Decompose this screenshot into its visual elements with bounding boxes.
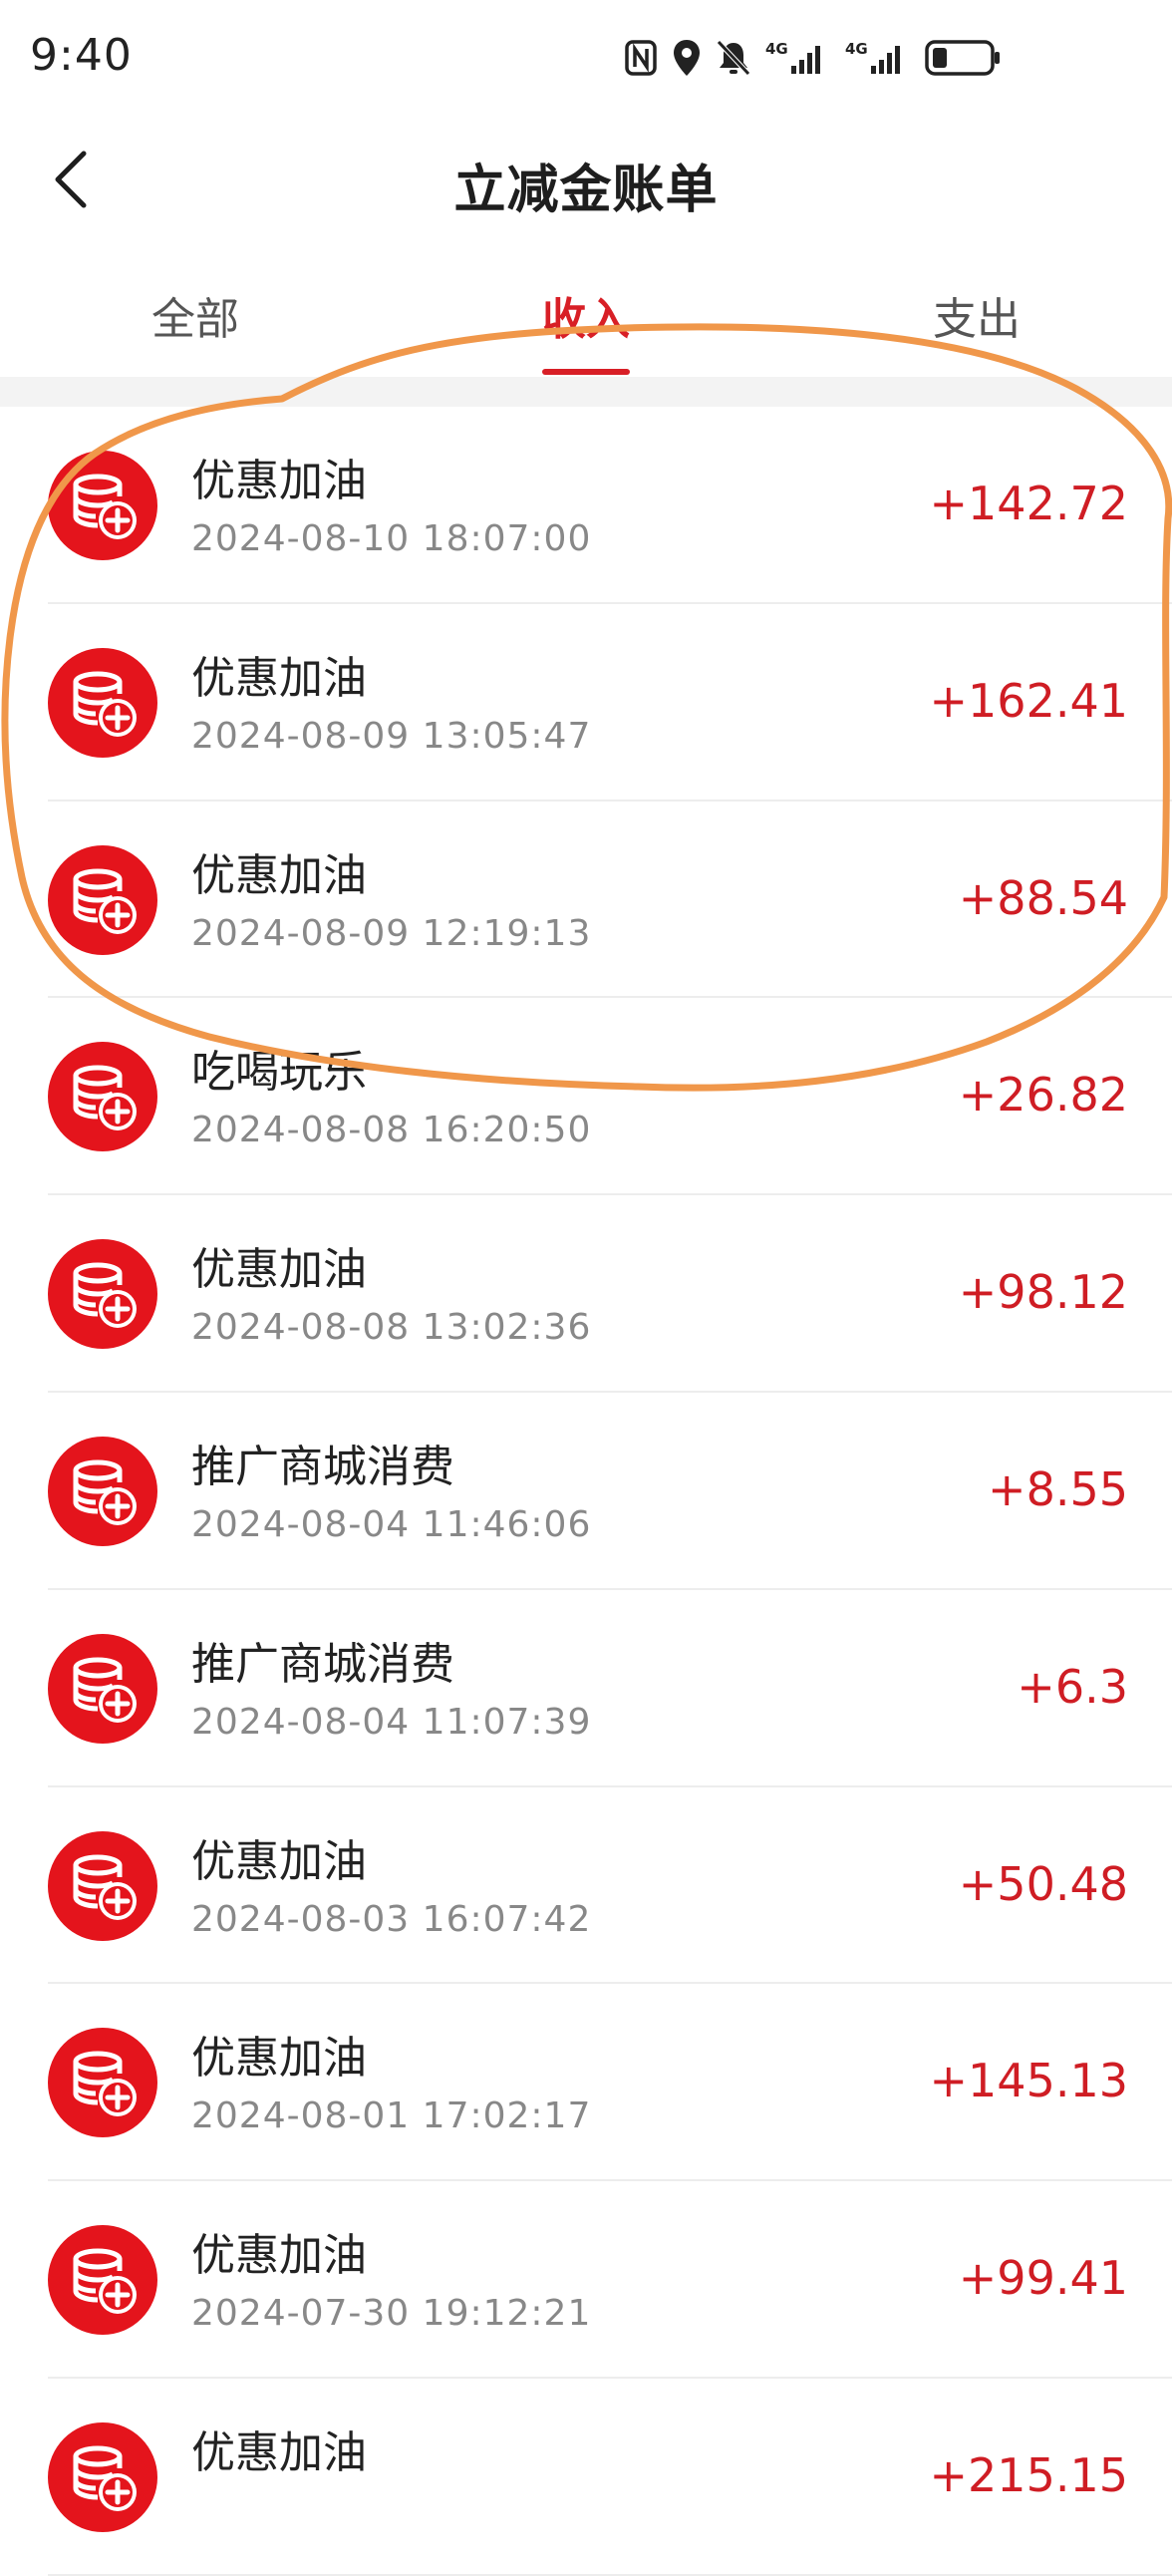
coin-plus-icon — [48, 1436, 157, 1546]
list-item[interactable]: 优惠加油 2024-08-01 17:02:17 +145.13 — [0, 1984, 1172, 2182]
list-item[interactable]: 优惠加油 2024-08-09 12:19:13 +88.54 — [0, 802, 1172, 999]
nfc-icon — [624, 39, 658, 77]
coin-plus-icon — [48, 2421, 157, 2532]
row-divider — [48, 2573, 1172, 2576]
list-item[interactable]: 优惠加油 2024-08-08 13:02:36 +98.12 — [0, 1195, 1172, 1393]
network-label: 4G — [765, 40, 788, 58]
tab-expense[interactable]: 支出 — [781, 259, 1172, 377]
tab-all[interactable]: 全部 — [0, 259, 391, 377]
transaction-amount: +142.72 — [929, 477, 1129, 530]
transaction-amount: +99.41 — [958, 2251, 1128, 2306]
tab-label: 收入 — [542, 294, 630, 345]
list-item[interactable]: 吃喝玩乐 2024-08-08 16:20:50 +26.82 — [0, 998, 1172, 1196]
transaction-list: 优惠加油 2024-08-10 18:07:00 +142.72 优惠加油 20… — [0, 407, 1172, 2576]
list-item[interactable]: 优惠加油 2024-08-09 13:05:47 +162.41 — [0, 604, 1172, 802]
coin-plus-icon — [48, 451, 157, 560]
transaction-time: 2024-08-08 16:20:50 — [191, 1110, 592, 1151]
coin-plus-icon — [48, 1042, 157, 1152]
coin-plus-icon — [48, 2028, 157, 2138]
transaction-title: 优惠加油 — [191, 2230, 367, 2282]
transaction-amount: +162.41 — [929, 673, 1129, 728]
list-item[interactable]: 优惠加油 +215.15 — [0, 2379, 1172, 2576]
page-title: 立减金账单 — [453, 161, 719, 220]
transaction-title: 推广商城消费 — [191, 1638, 454, 1690]
transaction-title: 优惠加油 — [191, 2426, 367, 2478]
list-item[interactable]: 推广商城消费 2024-08-04 11:07:39 +6.3 — [0, 1590, 1172, 1787]
transaction-title: 推广商城消费 — [191, 1441, 454, 1492]
signal-4g-icon: 4G — [845, 38, 911, 78]
transaction-time: 2024-08-08 13:02:36 — [191, 1307, 592, 1349]
list-item[interactable]: 优惠加油 2024-07-30 19:12:21 +99.41 — [0, 2181, 1172, 2379]
battery-icon — [925, 39, 1003, 77]
transaction-time: 2024-08-01 17:02:17 — [191, 2095, 592, 2137]
status-icons: 4G 4G — [624, 36, 1003, 80]
coin-plus-icon — [48, 647, 157, 758]
mute-bell-icon — [716, 39, 751, 77]
signal-4g-icon: 4G — [765, 38, 831, 78]
transaction-time: 2024-08-03 16:07:42 — [191, 1898, 592, 1940]
transaction-time: 2024-07-30 19:12:21 — [191, 2293, 592, 2335]
transaction-title: 优惠加油 — [191, 1835, 367, 1887]
transaction-title: 优惠加油 — [191, 849, 367, 901]
transaction-time: 2024-08-09 12:19:13 — [191, 912, 592, 954]
transaction-time: 2024-08-04 11:07:39 — [191, 1701, 592, 1743]
transaction-title: 优惠加油 — [191, 652, 367, 704]
coin-plus-icon — [48, 1633, 157, 1744]
transaction-amount: +98.12 — [958, 1265, 1128, 1320]
network-label: 4G — [845, 40, 868, 58]
list-item[interactable]: 优惠加油 2024-08-03 16:07:42 +50.48 — [0, 1787, 1172, 1985]
coin-plus-icon — [48, 2225, 157, 2336]
status-bar: 9:40 4G 4G — [0, 0, 1172, 120]
transaction-title: 优惠加油 — [191, 1244, 367, 1296]
list-item[interactable]: 优惠加油 2024-08-10 18:07:00 +142.72 — [0, 407, 1172, 604]
active-tab-indicator — [542, 369, 630, 375]
tab-label: 支出 — [933, 294, 1021, 345]
coin-plus-icon — [48, 844, 157, 955]
transaction-amount: +88.54 — [958, 870, 1128, 925]
transaction-title: 优惠加油 — [191, 2033, 367, 2085]
transaction-amount: +26.82 — [958, 1068, 1128, 1123]
transaction-amount: +8.55 — [988, 1461, 1128, 1516]
coin-plus-icon — [48, 1830, 157, 1941]
location-icon — [672, 38, 702, 78]
transaction-amount: +50.48 — [958, 1856, 1128, 1911]
list-item[interactable]: 推广商城消费 2024-08-04 11:46:06 +8.55 — [0, 1393, 1172, 1590]
section-divider — [0, 377, 1172, 407]
transaction-time: 2024-08-09 13:05:47 — [191, 715, 592, 757]
transaction-amount: +6.3 — [1017, 1659, 1128, 1714]
transaction-amount: +145.13 — [929, 2054, 1129, 2108]
coin-plus-icon — [48, 1239, 157, 1350]
transaction-title: 优惠加油 — [191, 456, 367, 506]
transaction-amount: +215.15 — [929, 2447, 1129, 2502]
tab-income[interactable]: 收入 — [391, 259, 781, 377]
app-header: 立减金账单 — [0, 120, 1172, 239]
tab-bar: 全部 收入 支出 — [0, 259, 1172, 377]
tab-label: 全部 — [151, 294, 239, 345]
transaction-time: 2024-08-10 18:07:00 — [191, 518, 592, 559]
status-time: 9:40 — [30, 30, 133, 81]
transaction-title: 吃喝玩乐 — [191, 1047, 367, 1099]
transaction-time: 2024-08-04 11:46:06 — [191, 1503, 592, 1545]
